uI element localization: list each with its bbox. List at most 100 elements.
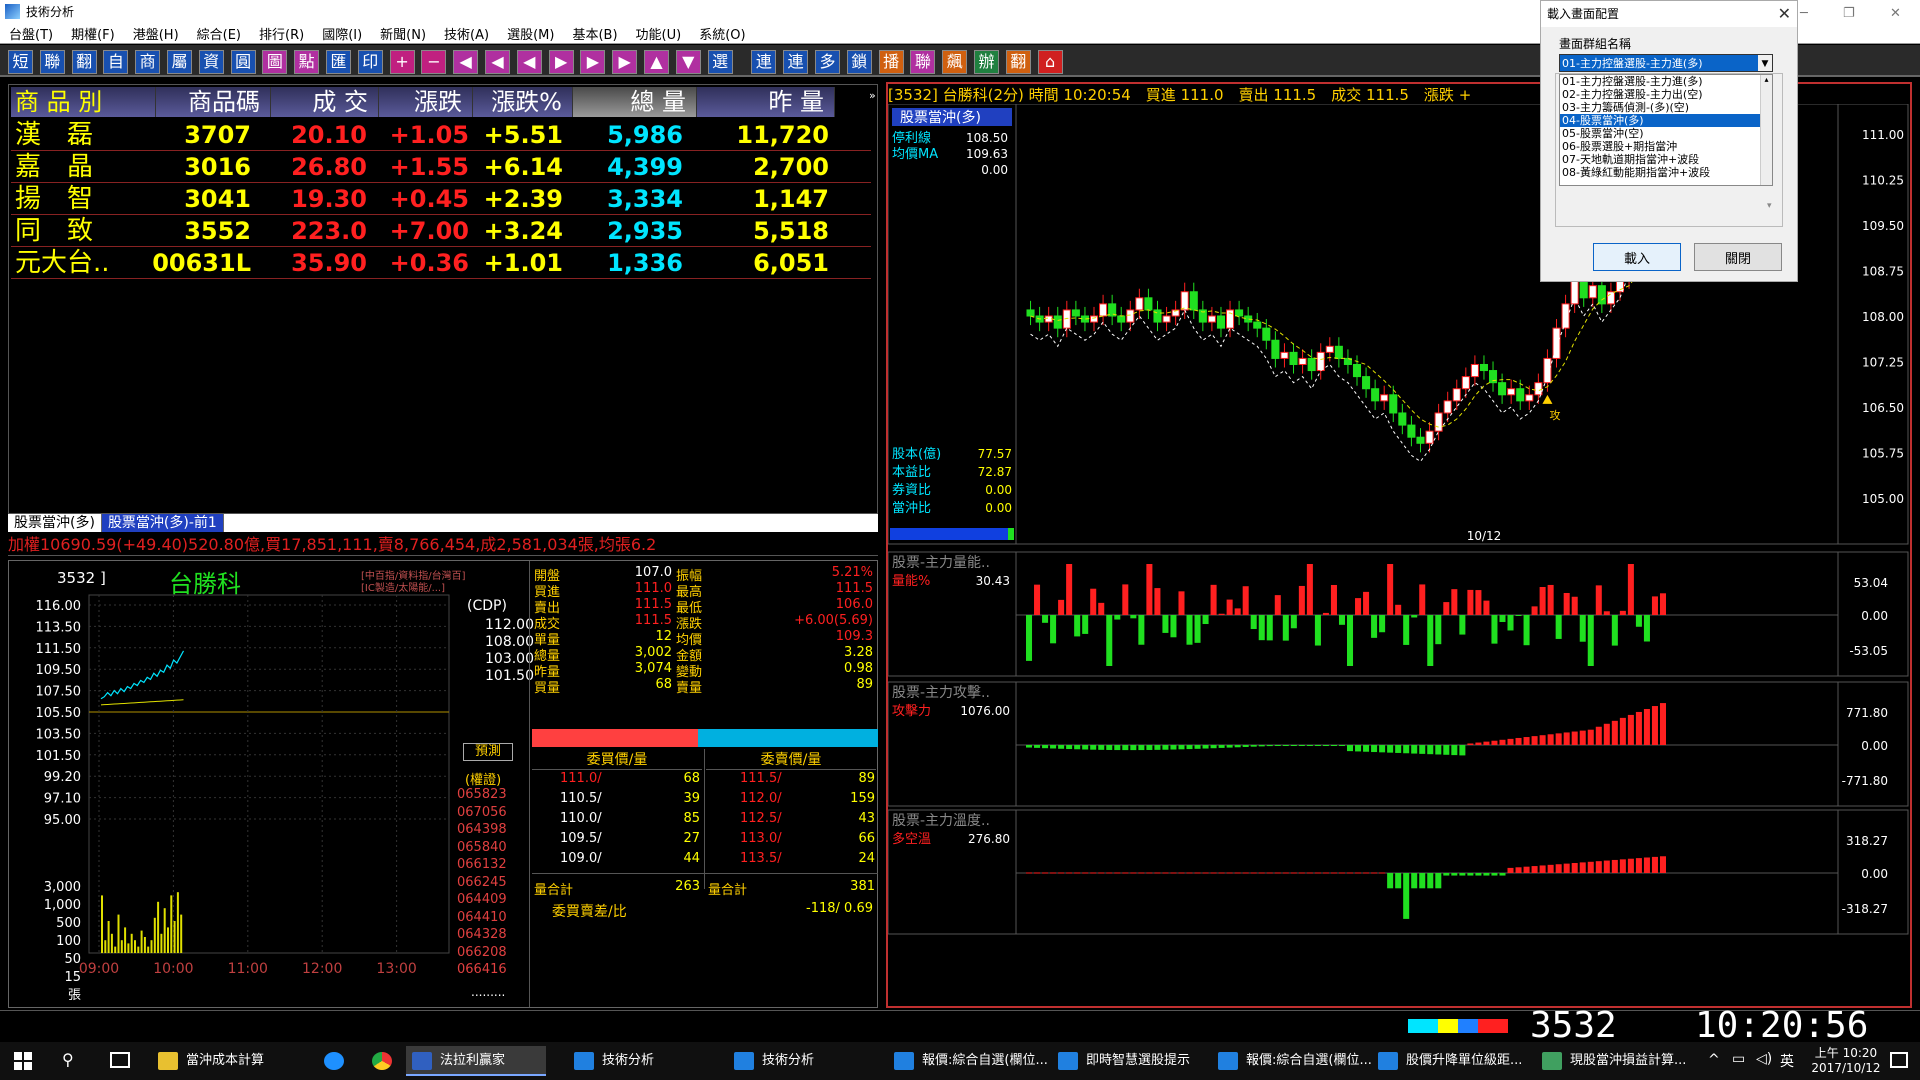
quote-row[interactable]: 漢 磊 3707 20.10 +1.05 +5.51 5,986 11,720 [11, 119, 871, 151]
toolbar-button-16[interactable]: ◀ [516, 50, 542, 74]
toolbar-button-28[interactable]: 聯 [910, 50, 936, 74]
taskbar-app-3[interactable]: 技術分析 [728, 1046, 876, 1076]
intraday-chart[interactable]: 116.00 113.50 111.50 109.50 107.50 105.50 103.… [9, 589, 529, 1009]
menu-item-0[interactable]: 台盤(T) [9, 28, 53, 43]
toolbar-button-9[interactable]: 點 [294, 50, 320, 74]
menu-item-2[interactable]: 港盤(H) [133, 28, 179, 43]
warrant-code[interactable]: 067056 [457, 805, 527, 823]
taskbar-ie[interactable] [318, 1046, 344, 1076]
menu-item-7[interactable]: 技術(A) [444, 28, 489, 43]
toolbar-button-5[interactable]: 屬 [167, 50, 192, 74]
quote-tab-0[interactable]: 股票當沖(多) [8, 514, 102, 532]
toolbar-button-27[interactable]: 播 [878, 50, 904, 74]
warrant-code[interactable]: 066245 [457, 875, 527, 893]
network-icon[interactable]: ▭ [1732, 1051, 1745, 1067]
toolbar-button-19[interactable]: ▶ [612, 50, 638, 74]
toolbar-button-6[interactable]: 資 [198, 50, 224, 74]
warrant-code[interactable]: 065840 [457, 840, 527, 858]
warrant-code[interactable]: 064328 [457, 927, 527, 945]
bid-price[interactable]: 110.0/ [560, 811, 602, 826]
quote-col-header-3[interactable]: 漲跌 [379, 87, 473, 117]
volume-icon[interactable]: ◁) [1756, 1051, 1772, 1067]
toolbar-button-8[interactable]: 圖 [262, 50, 288, 74]
toolbar-button-17[interactable]: ▶ [548, 50, 574, 74]
tray-up-icon[interactable]: ^ [1708, 1052, 1720, 1068]
toolbar-button-26[interactable]: 鎖 [846, 50, 872, 74]
taskbar-app-5[interactable]: 即時智慧選股提示 [1052, 1046, 1212, 1076]
toolbar-button-10[interactable]: 匯 [326, 50, 351, 74]
toolbar-button-24[interactable]: 連 [783, 50, 809, 74]
toolbar-button-13[interactable]: − [421, 50, 447, 74]
taskbar-app-0[interactable]: 當沖成本計算 [152, 1046, 292, 1076]
toolbar-button-23[interactable]: 連 [751, 50, 777, 74]
taskbar-app-6[interactable]: 報價:綜合自選(欄位... [1212, 1046, 1372, 1076]
menu-item-4[interactable]: 排行(R) [259, 28, 304, 43]
restore-icon[interactable]: ❐ [1843, 2, 1855, 26]
toolbar-button-25[interactable]: 多 [815, 50, 840, 74]
load-button[interactable]: 載入 [1593, 243, 1681, 271]
close-button[interactable]: 關閉 [1694, 243, 1782, 271]
menu-item-11[interactable]: 系統(O) [699, 28, 745, 43]
menu-item-10[interactable]: 功能(U) [636, 28, 682, 43]
warrant-code[interactable]: 064398 [457, 822, 527, 840]
scroll-right-icon[interactable]: » [869, 89, 879, 109]
toolbar-button-30[interactable]: 辦 [974, 50, 999, 74]
ask-price[interactable]: 111.5/ [740, 771, 782, 786]
toolbar-button-22[interactable]: 選 [707, 50, 733, 74]
ask-price[interactable]: 113.5/ [740, 851, 782, 866]
toolbar-button-21[interactable]: ▼ [675, 50, 701, 74]
quote-col-header-5[interactable]: 總 量 [573, 87, 697, 117]
toolbar-button-1[interactable]: 聯 [39, 50, 65, 74]
quote-col-header-0[interactable]: 商 品 別 [11, 87, 156, 117]
bid-price[interactable]: 111.0/ [560, 771, 602, 786]
toolbar-button-20[interactable]: ▲ [644, 50, 669, 74]
taskbar-app-2[interactable]: 技術分析 [568, 1046, 716, 1076]
task-view-icon[interactable] [110, 1052, 130, 1068]
ime-indicator[interactable]: 英 [1780, 1051, 1794, 1071]
taskbar-app-8[interactable]: 現股當沖損益計算... [1536, 1046, 1700, 1076]
menu-item-3[interactable]: 綜合(E) [197, 28, 241, 43]
warrant-code[interactable]: 066208 [457, 945, 527, 963]
warrant-code[interactable]: 065823 [457, 787, 527, 805]
toolbar-button-7[interactable]: 圓 [230, 50, 256, 74]
ask-price[interactable]: 112.5/ [740, 811, 782, 826]
bid-price[interactable]: 109.0/ [560, 851, 602, 866]
taskbar-app-4[interactable]: 報價:綜合自選(欄位... [888, 1046, 1050, 1076]
toolbar-button-12[interactable]: + [389, 50, 415, 74]
ask-price[interactable]: 113.0/ [740, 831, 782, 846]
windows-start-icon[interactable] [14, 1052, 32, 1070]
bid-price[interactable]: 110.5/ [560, 791, 602, 806]
quote-col-header-6[interactable]: 昨 量 [697, 87, 835, 117]
toolbar-button-14[interactable]: ◀ [453, 50, 479, 74]
menu-item-8[interactable]: 選股(M) [507, 28, 554, 43]
menu-item-6[interactable]: 新聞(N) [380, 28, 426, 43]
quote-row[interactable]: 揚 智 3041 19.30 +0.45 +2.39 3,334 1,147 [11, 183, 871, 215]
taskbar-app-1[interactable]: 法拉利贏家 [406, 1046, 546, 1076]
toolbar-button-11[interactable]: 印 [357, 50, 383, 74]
warrant-code[interactable]: 064409 [457, 892, 527, 910]
toolbar-button-29[interactable]: 飆 [942, 50, 968, 74]
bid-price[interactable]: 109.5/ [560, 831, 602, 846]
search-icon[interactable]: ⚲ [62, 1050, 74, 1069]
notifications-icon[interactable] [1890, 1052, 1908, 1068]
quote-col-header-4[interactable]: 漲跌% [473, 87, 573, 117]
predict-button[interactable]: 預測 [463, 743, 513, 761]
quote-tab-1[interactable]: 股票當沖(多)-前1 [101, 514, 224, 532]
chevron-down-icon[interactable]: ▼ [1758, 55, 1772, 71]
toolbar-button-15[interactable]: ◀ [485, 50, 510, 74]
dialog-close-icon[interactable]: ✕ [1778, 4, 1791, 23]
quote-col-header-2[interactable]: 成 交 [271, 87, 379, 117]
scroll-position-bar[interactable] [890, 528, 1014, 540]
toolbar-button-3[interactable]: 自 [103, 50, 129, 74]
group-select[interactable]: 01-主力控盤選股-主力進(多) ▼ [1559, 54, 1773, 72]
taskbar-chrome[interactable] [366, 1046, 392, 1076]
quote-col-header-1[interactable]: 商品碼 [156, 87, 271, 117]
menu-item-1[interactable]: 期權(F) [71, 28, 115, 43]
menu-item-9[interactable]: 基本(B) [572, 28, 617, 43]
toolbar-button-4[interactable]: 商 [135, 50, 161, 74]
warrant-code[interactable]: 066416 [457, 962, 527, 980]
menu-item-5[interactable]: 國際(I) [322, 28, 362, 43]
minimize-icon[interactable]: ─ [1800, 2, 1808, 26]
taskbar-app-7[interactable]: 股價升降單位級距... [1372, 1046, 1534, 1076]
toolbar-button-18[interactable]: ▶ [580, 50, 606, 74]
